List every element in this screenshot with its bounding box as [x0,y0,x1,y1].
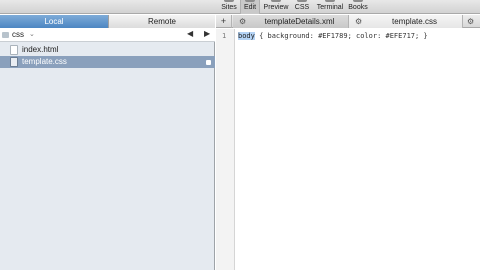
top-toolbar: Sites Edit Preview CSS Terminal Books [0,0,480,14]
terminal-label: Terminal [316,4,344,11]
sites-label: Sites [221,4,237,11]
tab-label: templateDetails.xml [264,17,335,26]
folder-icon [2,32,9,38]
css-icon [297,0,307,2]
back-button[interactable]: ◀ [187,29,193,38]
edit-icon [245,0,255,2]
file-icon [10,45,18,55]
books-button[interactable]: Books [346,0,370,14]
line-number: 1 [222,32,227,40]
css-button[interactable]: CSS [292,0,312,14]
selected-text[interactable]: body [238,32,255,40]
preview-button[interactable]: Preview [262,0,290,14]
editor-tab-bar: + ⚙ templateDetails.xml ⚙ template.css ⚙ [216,15,480,28]
tab-label: template.css [392,17,437,26]
tab-local[interactable]: Local [0,15,108,28]
tab-template-css[interactable]: ⚙ template.css [349,15,463,28]
edit-button[interactable]: Edit [240,0,260,14]
line-number-gutter [216,29,235,270]
preview-icon [271,0,281,2]
gear-icon[interactable]: ⚙ [355,17,362,26]
sites-button[interactable]: Sites [220,0,238,14]
file-name: template.css [22,57,67,66]
gear-icon[interactable]: ⚙ [239,17,246,26]
terminal-icon [325,0,335,2]
tab-template-details-xml[interactable]: ⚙ templateDetails.xml [233,15,349,28]
edit-label: Edit [243,4,257,11]
chevron-down-icon[interactable]: ⌄ [29,30,35,38]
gear-icon[interactable]: ⚙ [467,17,474,26]
tab-remote[interactable]: Remote [108,15,215,28]
terminal-button[interactable]: Terminal [314,0,346,14]
forward-button[interactable]: ▶ [204,29,210,38]
location-segmented-control: Local Remote [0,15,215,28]
folder-path-selector[interactable]: css [12,30,24,39]
unsaved-indicator-icon [206,60,211,65]
books-label: Books [348,4,368,11]
books-icon [353,0,363,2]
file-item-template-css[interactable]: template.css [0,56,215,68]
code-editor[interactable]: body { background: #EF1789; color: #EFE7… [238,32,428,40]
sites-icon [224,0,234,2]
file-name: index.html [22,45,59,54]
file-icon [10,57,18,67]
file-browser-pane: Local Remote css ⌄ ◀ ▶ index.html templa… [0,15,215,270]
file-item-index-html[interactable]: index.html [0,44,215,56]
code-text[interactable]: { background: #EF1789; color: #EFE717; } [255,32,428,40]
add-tab-button[interactable]: + [216,15,232,28]
path-bar: css ⌄ ◀ ▶ [0,28,215,42]
css-label: CSS [294,4,310,11]
preview-label: Preview [263,4,289,11]
